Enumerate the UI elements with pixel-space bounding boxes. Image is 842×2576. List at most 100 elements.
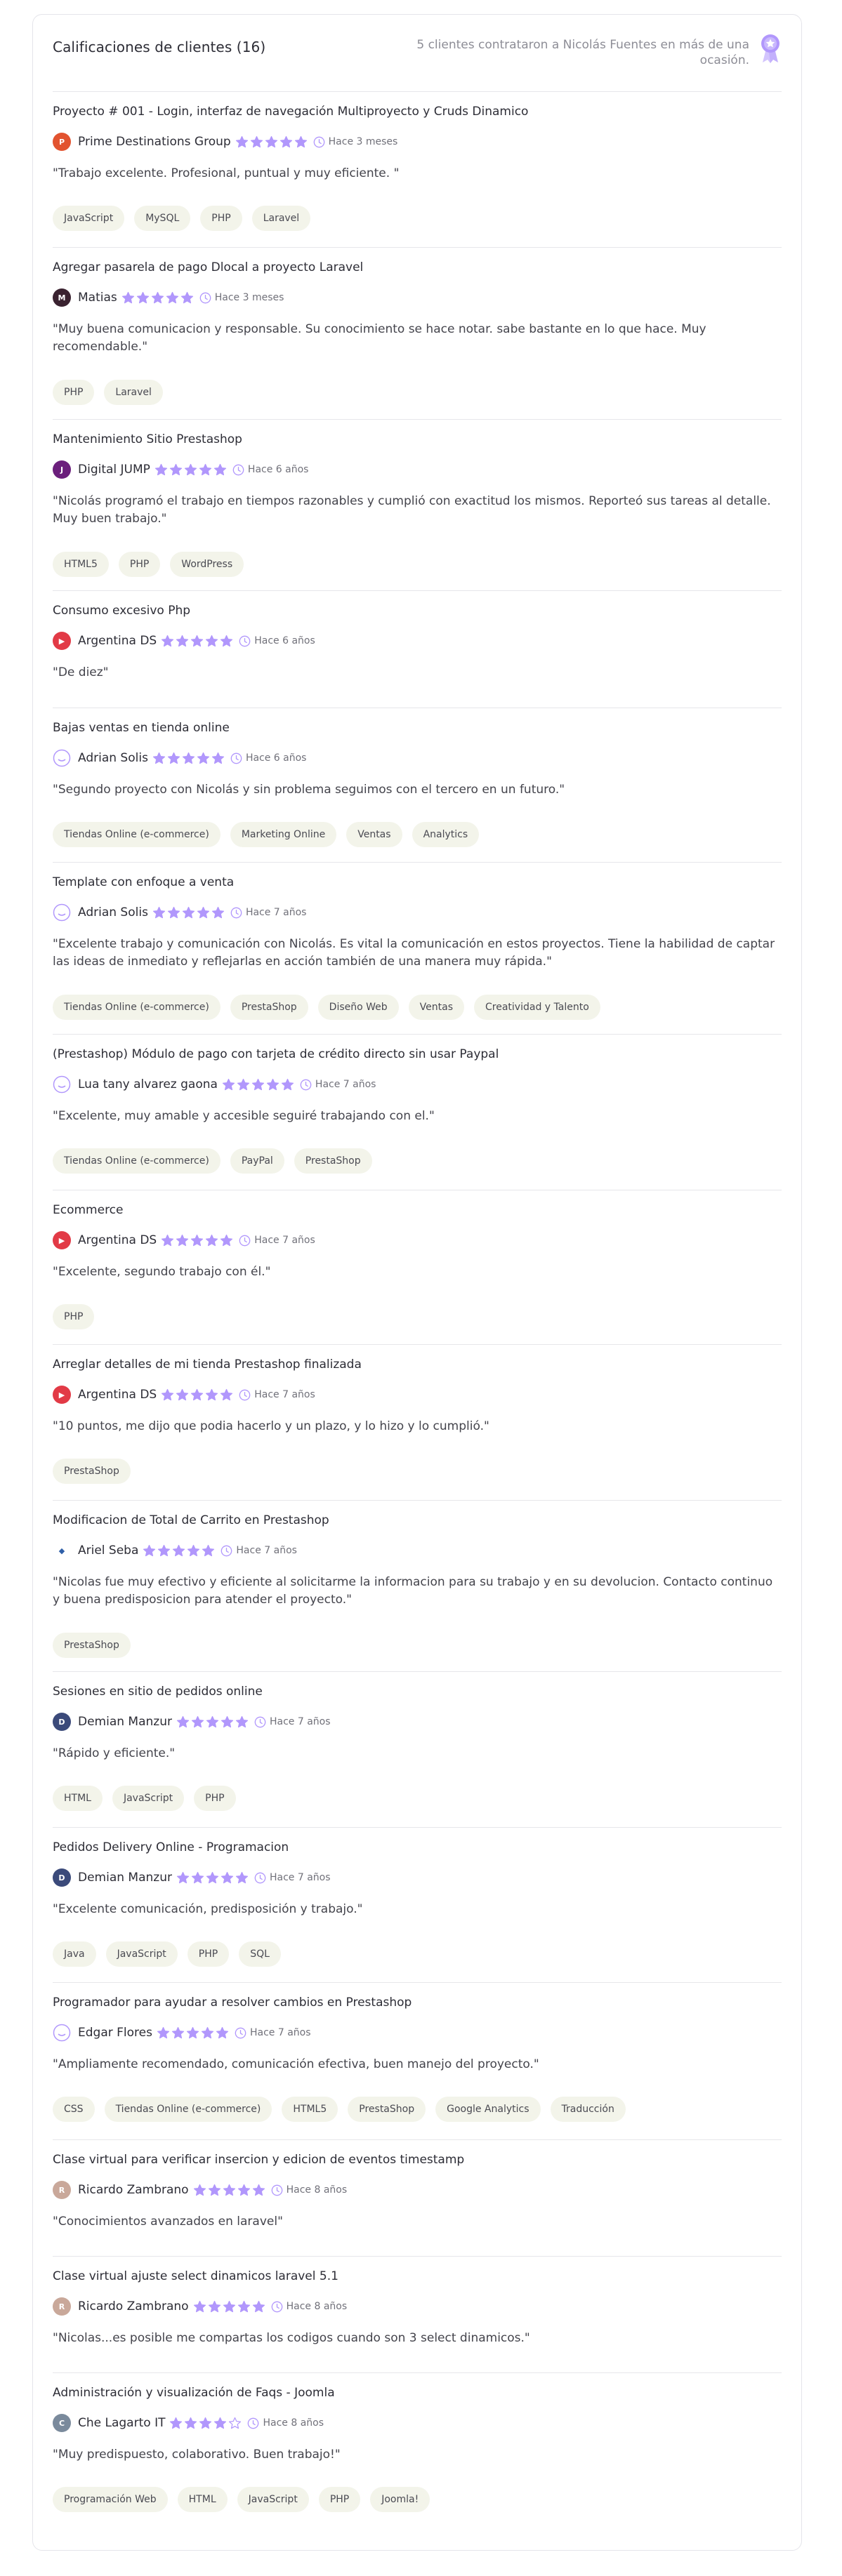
client-name[interactable]: Demian Manzur [78,1715,172,1729]
client-reviews-card: Calificaciones de clientes (16) 5 client… [32,14,802,2551]
skill-tag-php[interactable]: PHP [53,1304,95,1329]
skill-tag-java[interactable]: Java [53,1941,96,1967]
review-project-title[interactable]: Clase virtual ajuste select dinamicos la… [53,2269,338,2283]
review-project-title[interactable]: (Prestashop) Módulo de pago con tarjeta … [53,1047,499,1061]
review-project-title[interactable]: Bajas ventas en tienda online [53,721,230,735]
review-project-title[interactable]: Agregar pasarela de pago Dlocal a proyec… [53,260,363,274]
review-project-title[interactable]: Mantenimiento Sitio Prestashop [53,432,242,446]
skill-tag-prestashop[interactable]: PrestaShop [230,995,308,1020]
review-project-title[interactable]: Template con enfoque a venta [53,875,234,889]
client-avatar[interactable]: P [53,133,71,151]
review-project-title[interactable]: Administración y visualización de Faqs -… [53,2386,335,2400]
skill-tag-prestashop[interactable]: PrestaShop [53,1633,131,1658]
skill-tag-paypal[interactable]: PayPal [230,1148,284,1174]
star-icon [220,1234,235,1247]
client-name[interactable]: Matias [78,291,117,305]
client-name[interactable]: Ricardo Zambrano [78,2183,189,2197]
skill-tag-laravel[interactable]: Laravel [251,206,311,231]
client-avatar[interactable]: J [53,460,71,479]
skill-tag-javascript[interactable]: JavaScript [237,2487,309,2512]
review-project-title[interactable]: Modificacion de Total de Carrito en Pres… [53,1513,329,1527]
review-time: Hace 8 años [286,2301,348,2312]
skill-tag-html[interactable]: HTML [177,2487,228,2512]
clock-icon [230,907,246,919]
skill-tag-mysql[interactable]: MySQL [134,206,191,231]
skill-tag-javascript[interactable]: JavaScript [112,1786,185,1811]
skill-tag-creatividad-y-talento[interactable]: Creatividad y Talento [474,995,600,1020]
skill-tag-php[interactable]: PHP [200,206,242,231]
client-avatar[interactable]: R [53,2297,71,2316]
client-name[interactable]: Ricardo Zambrano [78,2299,189,2313]
client-name[interactable]: Demian Manzur [78,1871,172,1885]
client-avatar[interactable]: ▶ [53,1386,71,1404]
review-quote: "Excelente, segundo trabajo con él." [53,1265,271,1279]
skill-tag-marketing-online[interactable]: Marketing Online [230,822,337,847]
skill-tag-php[interactable]: PHP [318,2487,361,2512]
client-name[interactable]: Adrian Solis [78,751,148,765]
star-icon [202,1544,216,1558]
review-client-row: ◆ Ariel Seba Hace 7 años [53,1541,297,1560]
skill-tag-prestashop[interactable]: PrestaShop [294,1148,372,1174]
client-avatar[interactable]: D [53,1868,71,1887]
skill-tag-tiendas-online-e-commerce[interactable]: Tiendas Online (e-commerce) [53,822,221,847]
skill-tag-html5[interactable]: HTML5 [282,2097,338,2122]
star-icon [221,1871,235,1885]
skill-tag-diseno-web[interactable]: Diseño Web [317,995,399,1020]
client-avatar[interactable] [53,903,71,922]
skill-tag-traduccion[interactable]: Traducción [550,2097,626,2122]
review-project-title[interactable]: Proyecto # 001 - Login, interfaz de nave… [53,105,528,119]
skill-tag-html[interactable]: HTML [53,1786,103,1811]
review-project-title[interactable]: Pedidos Delivery Online - Programacion [53,1840,289,1854]
skill-tag-javascript[interactable]: JavaScript [105,1941,178,1967]
client-avatar[interactable] [53,1075,71,1094]
client-avatar[interactable] [53,749,71,767]
client-avatar[interactable]: D [53,1713,71,1731]
skill-tag-css[interactable]: CSS [53,2097,95,2122]
client-avatar[interactable]: ▶ [53,1231,71,1249]
client-name[interactable]: Edgar Flores [78,2026,152,2040]
review-project-title[interactable]: Consumo excesivo Php [53,604,190,618]
review-project-title[interactable]: Programador para ayudar a resolver cambi… [53,1996,412,2010]
skill-tag-tiendas-online-e-commerce[interactable]: Tiendas Online (e-commerce) [104,2097,272,2122]
skill-tags: Java JavaScript PHP SQL [53,1941,291,1967]
skill-tag-javascript[interactable]: JavaScript [53,206,125,231]
review-project-title[interactable]: Ecommerce [53,1203,124,1217]
review-project-title[interactable]: Sesiones en sitio de pedidos online [53,1685,263,1699]
client-name[interactable]: Ariel Seba [78,1543,138,1558]
skill-tag-google-analytics[interactable]: Google Analytics [435,2097,541,2122]
skill-tag-tiendas-online-e-commerce[interactable]: Tiendas Online (e-commerce) [53,995,221,1020]
client-avatar[interactable]: ◆ [53,1541,71,1560]
skill-tag-programacion-web[interactable]: Programación Web [53,2487,168,2512]
skill-tag-ventas[interactable]: Ventas [346,822,402,847]
client-avatar[interactable]: C [53,2414,71,2432]
skill-tag-ventas[interactable]: Ventas [408,995,465,1020]
client-avatar[interactable] [53,2024,71,2042]
client-avatar[interactable]: ▶ [53,632,71,650]
skill-tag-analytics[interactable]: Analytics [412,822,480,847]
client-avatar[interactable]: R [53,2181,71,2199]
client-avatar[interactable]: M [53,288,71,307]
client-name[interactable]: Argentina DS [78,1388,157,1402]
client-name[interactable]: Argentina DS [78,1233,157,1247]
client-name[interactable]: Argentina DS [78,634,157,648]
client-name[interactable]: Prime Destinations Group [78,135,231,149]
skill-tag-joomla[interactable]: Joomla! [370,2487,430,2512]
skill-tag-laravel[interactable]: Laravel [104,380,163,405]
skill-tag-tiendas-online-e-commerce[interactable]: Tiendas Online (e-commerce) [53,1148,221,1174]
skill-tag-php[interactable]: PHP [118,552,161,577]
review-project-title[interactable]: Arreglar detalles de mi tienda Prestasho… [53,1357,362,1372]
skill-tag-prestashop[interactable]: PrestaShop [348,2097,426,2122]
skill-tag-prestashop[interactable]: PrestaShop [53,1459,131,1484]
clock-icon [235,2027,250,2039]
client-name[interactable]: Adrian Solis [78,905,148,919]
skill-tag-php[interactable]: PHP [187,1941,230,1967]
skill-tag-wordpress[interactable]: WordPress [170,552,244,577]
skill-tag-sql[interactable]: SQL [239,1941,281,1967]
skill-tag-php[interactable]: PHP [194,1786,236,1811]
client-name[interactable]: Digital JUMP [78,463,150,477]
client-name[interactable]: Che Lagarto IT [78,2416,165,2430]
skill-tag-php[interactable]: PHP [53,380,95,405]
client-name[interactable]: Lua tany alvarez gaona [78,1077,218,1091]
review-project-title[interactable]: Clase virtual para verificar insercion y… [53,2153,464,2167]
skill-tag-html5[interactable]: HTML5 [53,552,109,577]
